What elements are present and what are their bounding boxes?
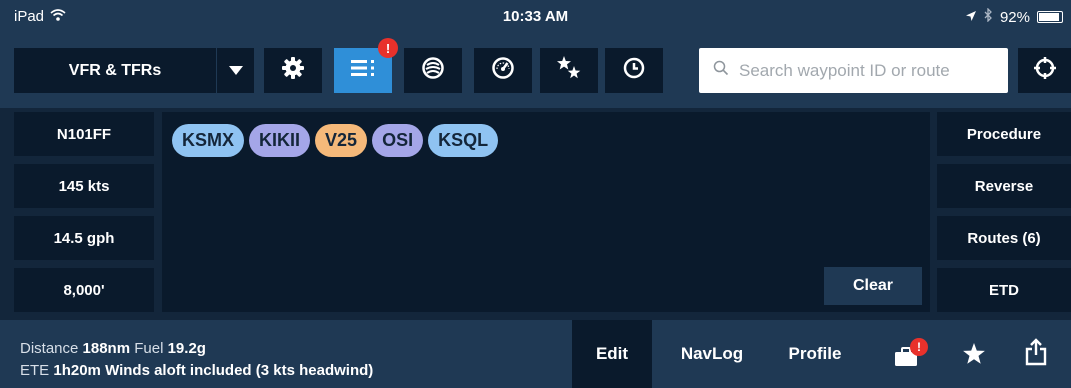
waypoint-chip[interactable]: KSMX [172,124,245,157]
battery-icon [1037,11,1063,23]
location-arrow-icon [965,9,977,26]
bluetooth-icon [984,7,993,26]
summary-line-1: Distance 188nm Fuel 19.2g [20,338,373,360]
instruments-button[interactable] [474,48,532,93]
distance-label: Distance [20,340,79,357]
flight-plan-button[interactable]: ! [334,38,398,93]
aircraft-tail-button[interactable]: N101FF [14,112,154,156]
status-right: 92% [965,7,1063,26]
winds-aloft-text: Winds aloft included (3 kts headwind) [105,362,374,379]
share-icon [1025,338,1047,370]
clear-route-button[interactable]: Clear [824,267,922,305]
briefcase-icon [892,347,922,372]
gauge-icon [491,56,515,85]
waypoint-chip[interactable]: KIKII [249,124,311,157]
tab-profile[interactable]: Profile [772,320,858,388]
map-layer-selector[interactable]: VFR & TFRs [14,48,254,93]
alert-badge: ! [378,38,398,58]
alert-badge: ! [910,338,928,356]
favorites-button[interactable] [540,48,598,93]
fuel-label: Fuel [134,340,164,357]
search-field[interactable] [699,48,1008,93]
route-summary: Distance 188nm Fuel 19.2g ETE 1h20m Wind… [20,338,373,382]
ete-value: 1h20m [53,362,101,379]
route-editor[interactable]: KSMX KIKII V25 OSI KSQL Clear [162,112,930,312]
clock-icon [623,57,645,84]
map-layer-label: VFR & TFRs [68,61,162,79]
route-waypoints: KSMX KIKII V25 OSI KSQL [172,124,499,157]
reverse-button[interactable]: Reverse [937,164,1071,208]
battery-percent: 92% [999,8,1030,26]
bottom-bar: Distance 188nm Fuel 19.2g ETE 1h20m Wind… [0,320,1071,388]
waypoint-chip[interactable]: KSQL [428,124,499,157]
tab-navlog[interactable]: NavLog [662,320,762,388]
gear-icon [282,57,304,84]
weather-button[interactable] [404,48,462,93]
locate-button[interactable] [1018,48,1071,93]
caret-down-icon[interactable] [217,66,254,75]
cruise-speed-button[interactable]: 145 kts [14,164,154,208]
tab-edit[interactable]: Edit [572,320,652,388]
favorite-route-button[interactable] [962,342,986,371]
distance-value: 188nm [82,340,131,357]
clock: 10:33 AM [502,8,569,25]
altitude-button[interactable]: 8,000' [14,268,154,312]
status-bar: iPad 10:33 AM 92% [0,0,1071,34]
toolbar: VFR & TFRs ! [0,34,1071,108]
share-button[interactable] [1025,338,1047,371]
search-input[interactable] [739,60,1004,81]
fuel-burn-button[interactable]: 14.5 gph [14,216,154,260]
waypoint-chip[interactable]: OSI [372,124,424,157]
search-icon [713,60,729,81]
fuel-value: 19.2g [167,340,206,357]
briefing-button[interactable]: ! [892,338,928,372]
recents-button[interactable] [605,48,663,93]
stars-icon [556,55,582,86]
crosshair-icon [1033,57,1056,84]
weather-globe-icon [421,56,445,85]
summary-line-2: ETE 1h20m Winds aloft included (3 kts he… [20,360,373,382]
star-icon [962,343,986,370]
waypoint-chip[interactable]: V25 [315,124,368,157]
etd-button[interactable]: ETD [937,268,1071,312]
list-icon [350,58,376,83]
settings-button[interactable] [264,48,322,93]
routes-button[interactable]: Routes (6) [937,216,1071,260]
ete-label: ETE [20,362,50,379]
procedure-button[interactable]: Procedure [937,112,1071,156]
